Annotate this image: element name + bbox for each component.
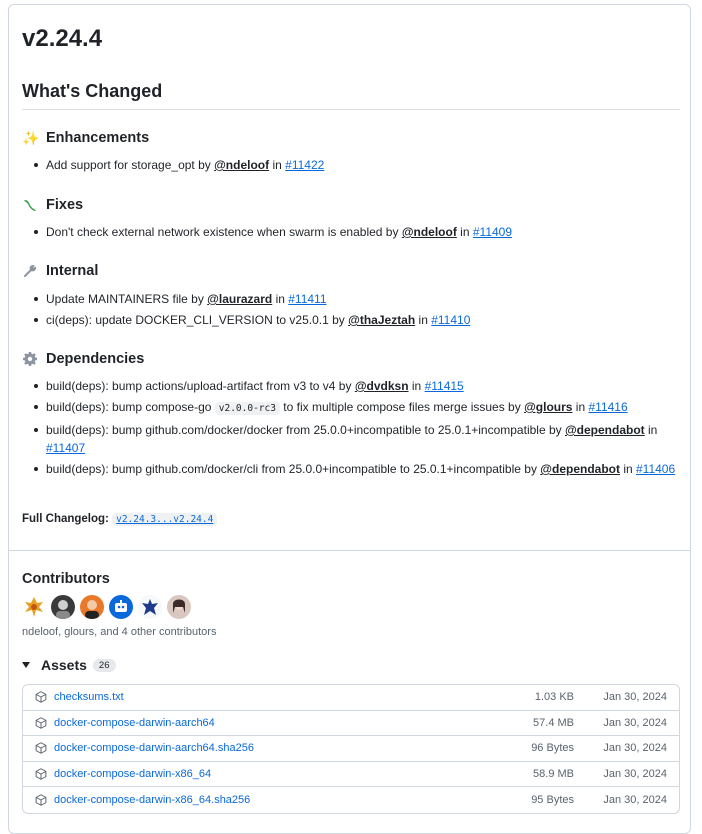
release-version: v2.24.4: [22, 25, 103, 52]
triangle-down-icon: [22, 662, 30, 668]
contributors-summary: ndeloof, glours, and 4 other contributor…: [22, 626, 217, 638]
list-item: build(deps): bump github.com/docker/cli …: [34, 460, 682, 478]
package-icon: [35, 717, 47, 729]
avatar[interactable]: [109, 595, 133, 619]
mention-link[interactable]: @dependabot: [540, 462, 620, 476]
issue-link[interactable]: #11409: [473, 225, 512, 239]
asset-date: Jan 30, 2024: [603, 742, 667, 755]
avatar[interactable]: [138, 595, 162, 619]
asset-size: 57.4 MB: [533, 716, 574, 729]
asset-date: Jan 30, 2024: [603, 691, 667, 704]
bug-icon: [22, 197, 38, 213]
asset-date: Jan 30, 2024: [603, 716, 667, 729]
mention-link[interactable]: @glours: [524, 400, 572, 414]
issue-link[interactable]: #11416: [588, 400, 627, 414]
table-row: checksums.txt 1.03 KB Jan 30, 2024: [23, 685, 679, 711]
mention-link[interactable]: @laurazard: [207, 292, 272, 306]
table-row: docker-compose-darwin-x86_64 58.9 MB Jan…: [23, 762, 679, 788]
section-internal: Internal: [22, 263, 98, 279]
avatar[interactable]: [167, 595, 191, 619]
asset-date: Jan 30, 2024: [603, 794, 667, 807]
internal-list: Update MAINTAINERS file by @laurazard in…: [34, 290, 682, 332]
list-item: Don't check external network existence w…: [34, 223, 682, 241]
mention-link[interactable]: @ndeloof: [214, 158, 269, 172]
section-fixes: Fixes: [22, 197, 83, 213]
asset-link[interactable]: docker-compose-darwin-aarch64: [54, 717, 494, 729]
release-body: v2.24.4 What's Changed ✨ Enhancements Ad…: [9, 5, 690, 550]
mention-link[interactable]: @dvdksn: [355, 379, 409, 393]
mention-link[interactable]: @ndeloof: [402, 225, 457, 239]
fixes-list: Don't check external network existence w…: [34, 223, 682, 244]
enhancements-list: Add support for storage_opt by @ndeloof …: [34, 156, 682, 177]
avatar[interactable]: [51, 595, 75, 619]
dependencies-list: build(deps): bump actions/upload-artifac…: [34, 377, 682, 481]
section-dependencies: Dependencies: [22, 351, 144, 367]
issue-link[interactable]: #11410: [431, 313, 470, 327]
asset-size: 95 Bytes: [531, 794, 574, 807]
changelog-link[interactable]: v2.24.3...v2.24.4: [112, 513, 218, 526]
package-icon: [35, 691, 47, 704]
section-enhancements: ✨ Enhancements: [22, 130, 150, 146]
mention-link[interactable]: @dependabot: [565, 423, 645, 437]
avatar[interactable]: [22, 595, 46, 619]
gear-icon: [22, 351, 38, 367]
full-changelog: Full Changelog: v2.24.3...v2.24.4: [22, 513, 218, 526]
mention-link[interactable]: @thaJeztah: [348, 313, 415, 327]
table-row: docker-compose-darwin-x86_64.sha256 95 B…: [23, 787, 679, 813]
asset-size: 96 Bytes: [531, 742, 574, 755]
contributors-title: Contributors: [22, 571, 110, 587]
assets-table: checksums.txt 1.03 KB Jan 30, 2024 docke…: [22, 684, 680, 814]
release-card: v2.24.4 What's Changed ✨ Enhancements Ad…: [8, 4, 691, 834]
assets-count-badge: 26: [92, 658, 116, 672]
list-item: build(deps): bump github.com/docker/dock…: [34, 421, 682, 457]
avatar[interactable]: [80, 595, 104, 619]
whats-changed-heading: What's Changed: [22, 81, 680, 110]
issue-link[interactable]: #11407: [46, 441, 85, 455]
divider: [9, 550, 690, 551]
issue-link[interactable]: #11411: [288, 292, 326, 306]
assets-toggle[interactable]: Assets 26: [22, 657, 116, 673]
table-row: docker-compose-darwin-aarch64.sha256 96 …: [23, 736, 679, 762]
sparkles-icon: ✨: [22, 130, 40, 146]
wrench-icon: [22, 263, 38, 279]
issue-link[interactable]: #11406: [636, 462, 675, 476]
table-row: docker-compose-darwin-aarch64 57.4 MB Ja…: [23, 711, 679, 737]
asset-size: 1.03 KB: [534, 691, 574, 704]
package-icon: [35, 768, 47, 780]
version-code: v2.0.0-rc3: [214, 402, 280, 415]
asset-link[interactable]: checksums.txt: [54, 691, 494, 703]
asset-link[interactable]: docker-compose-darwin-aarch64.sha256: [54, 742, 494, 754]
asset-link[interactable]: docker-compose-darwin-x86_64: [54, 768, 494, 780]
list-item: Add support for storage_opt by @ndeloof …: [34, 156, 682, 174]
issue-link[interactable]: #11415: [425, 379, 464, 393]
asset-link[interactable]: docker-compose-darwin-x86_64.sha256: [54, 794, 494, 806]
contributors-avatars: [22, 595, 196, 619]
asset-size: 58.9 MB: [533, 768, 574, 781]
package-icon: [35, 742, 47, 755]
package-icon: [35, 794, 47, 806]
issue-link[interactable]: #11422: [285, 158, 324, 172]
asset-date: Jan 30, 2024: [603, 768, 667, 781]
list-item: build(deps): bump actions/upload-artifac…: [34, 377, 682, 395]
list-item: build(deps): bump compose-go v2.0.0-rc3 …: [34, 398, 682, 418]
list-item: ci(deps): update DOCKER_CLI_VERSION to v…: [34, 311, 682, 329]
list-item: Update MAINTAINERS file by @laurazard in…: [34, 290, 682, 308]
